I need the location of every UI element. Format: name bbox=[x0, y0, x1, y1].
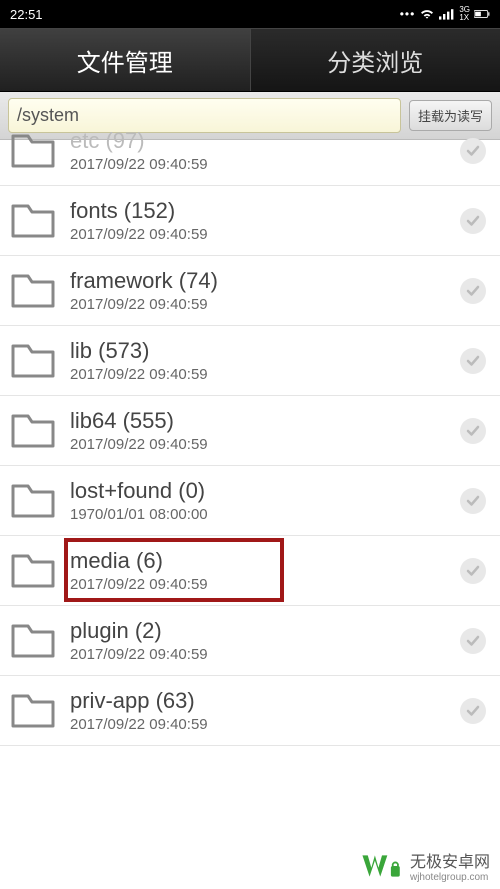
watermark-title: 无极安卓网 bbox=[410, 854, 490, 871]
row-checkbox[interactable] bbox=[460, 208, 486, 234]
file-name: lib64 (555) bbox=[70, 408, 460, 434]
row-checkbox[interactable] bbox=[460, 698, 486, 724]
file-date: 1970/01/01 08:00:00 bbox=[70, 506, 460, 523]
row-checkbox[interactable] bbox=[460, 418, 486, 444]
file-row[interactable]: fonts (152) 2017/09/22 09:40:59 bbox=[0, 186, 500, 256]
file-date: 2017/09/22 09:40:59 bbox=[70, 576, 460, 593]
file-date: 2017/09/22 09:40:59 bbox=[70, 646, 460, 663]
folder-icon bbox=[10, 342, 56, 380]
signal-dots-icon: ••• bbox=[400, 7, 416, 21]
row-checkbox[interactable] bbox=[460, 278, 486, 304]
file-date: 2017/09/22 09:40:59 bbox=[70, 716, 460, 733]
file-name: priv-app (63) bbox=[70, 688, 460, 714]
file-name: fonts (152) bbox=[70, 198, 460, 224]
file-info: media (6) 2017/09/22 09:40:59 bbox=[70, 548, 460, 593]
file-date: 2017/09/22 09:40:59 bbox=[70, 366, 460, 383]
file-row[interactable]: media (6) 2017/09/22 09:40:59 bbox=[0, 536, 500, 606]
row-checkbox[interactable] bbox=[460, 348, 486, 374]
file-row[interactable]: lost+found (0) 1970/01/01 08:00:00 bbox=[0, 466, 500, 536]
folder-icon bbox=[10, 622, 56, 660]
tab-category-browse-label: 分类浏览 bbox=[327, 43, 423, 78]
tab-category-browse[interactable]: 分类浏览 bbox=[251, 29, 500, 91]
watermark-url: wjhotelgroup.com bbox=[410, 872, 490, 883]
status-bar: 22:51 ••• 3G 1X bbox=[0, 0, 500, 28]
file-info: framework (74) 2017/09/22 09:40:59 bbox=[70, 268, 460, 313]
folder-icon bbox=[10, 552, 56, 590]
file-list[interactable]: etc (97) 2017/09/22 09:40:59 fonts (152) 20… bbox=[0, 116, 500, 856]
row-checkbox[interactable] bbox=[460, 488, 486, 514]
wifi-icon bbox=[419, 8, 435, 20]
folder-icon bbox=[10, 272, 56, 310]
file-name: etc (97) bbox=[70, 128, 460, 154]
signal-bars-icon bbox=[439, 8, 455, 20]
network-1x-label: 1X bbox=[459, 14, 469, 22]
file-name: lib (573) bbox=[70, 338, 460, 364]
file-name: plugin (2) bbox=[70, 618, 460, 644]
row-checkbox[interactable] bbox=[460, 628, 486, 654]
file-info: lib64 (555) 2017/09/22 09:40:59 bbox=[70, 408, 460, 453]
file-row[interactable]: lib64 (555) 2017/09/22 09:40:59 bbox=[0, 396, 500, 466]
file-row[interactable]: priv-app (63) 2017/09/22 09:40:59 bbox=[0, 676, 500, 746]
row-checkbox[interactable] bbox=[460, 558, 486, 584]
file-date: 2017/09/22 09:40:59 bbox=[70, 436, 460, 453]
status-time: 22:51 bbox=[10, 7, 43, 22]
watermark-logo-icon bbox=[360, 850, 404, 882]
row-checkbox[interactable] bbox=[460, 138, 486, 164]
file-name: framework (74) bbox=[70, 268, 460, 294]
file-date: 2017/09/22 09:40:59 bbox=[70, 156, 460, 173]
file-name: media (6) bbox=[70, 548, 460, 574]
file-row[interactable]: etc (97) 2017/09/22 09:40:59 bbox=[0, 116, 500, 186]
file-info: lib (573) 2017/09/22 09:40:59 bbox=[70, 338, 460, 383]
folder-icon bbox=[10, 202, 56, 240]
file-row[interactable]: lib (573) 2017/09/22 09:40:59 bbox=[0, 326, 500, 396]
file-row[interactable]: plugin (2) 2017/09/22 09:40:59 bbox=[0, 606, 500, 676]
file-info: lost+found (0) 1970/01/01 08:00:00 bbox=[70, 478, 460, 523]
tab-file-management[interactable]: 文件管理 bbox=[0, 29, 251, 91]
tab-header: 文件管理 分类浏览 bbox=[0, 28, 500, 92]
tab-file-management-label: 文件管理 bbox=[77, 43, 173, 78]
folder-icon bbox=[10, 482, 56, 520]
file-info: etc (97) 2017/09/22 09:40:59 bbox=[70, 128, 460, 173]
file-date: 2017/09/22 09:40:59 bbox=[70, 226, 460, 243]
status-icons: ••• 3G 1X bbox=[400, 6, 490, 22]
file-row[interactable]: framework (74) 2017/09/22 09:40:59 bbox=[0, 256, 500, 326]
folder-icon bbox=[10, 692, 56, 730]
file-name: lost+found (0) bbox=[70, 478, 460, 504]
battery-icon bbox=[474, 8, 490, 20]
file-info: plugin (2) 2017/09/22 09:40:59 bbox=[70, 618, 460, 663]
file-info: fonts (152) 2017/09/22 09:40:59 bbox=[70, 198, 460, 243]
file-info: priv-app (63) 2017/09/22 09:40:59 bbox=[70, 688, 460, 733]
watermark: 无极安卓网 wjhotelgroup.com bbox=[360, 848, 490, 883]
folder-icon bbox=[10, 132, 56, 170]
file-date: 2017/09/22 09:40:59 bbox=[70, 296, 460, 313]
folder-icon bbox=[10, 412, 56, 450]
